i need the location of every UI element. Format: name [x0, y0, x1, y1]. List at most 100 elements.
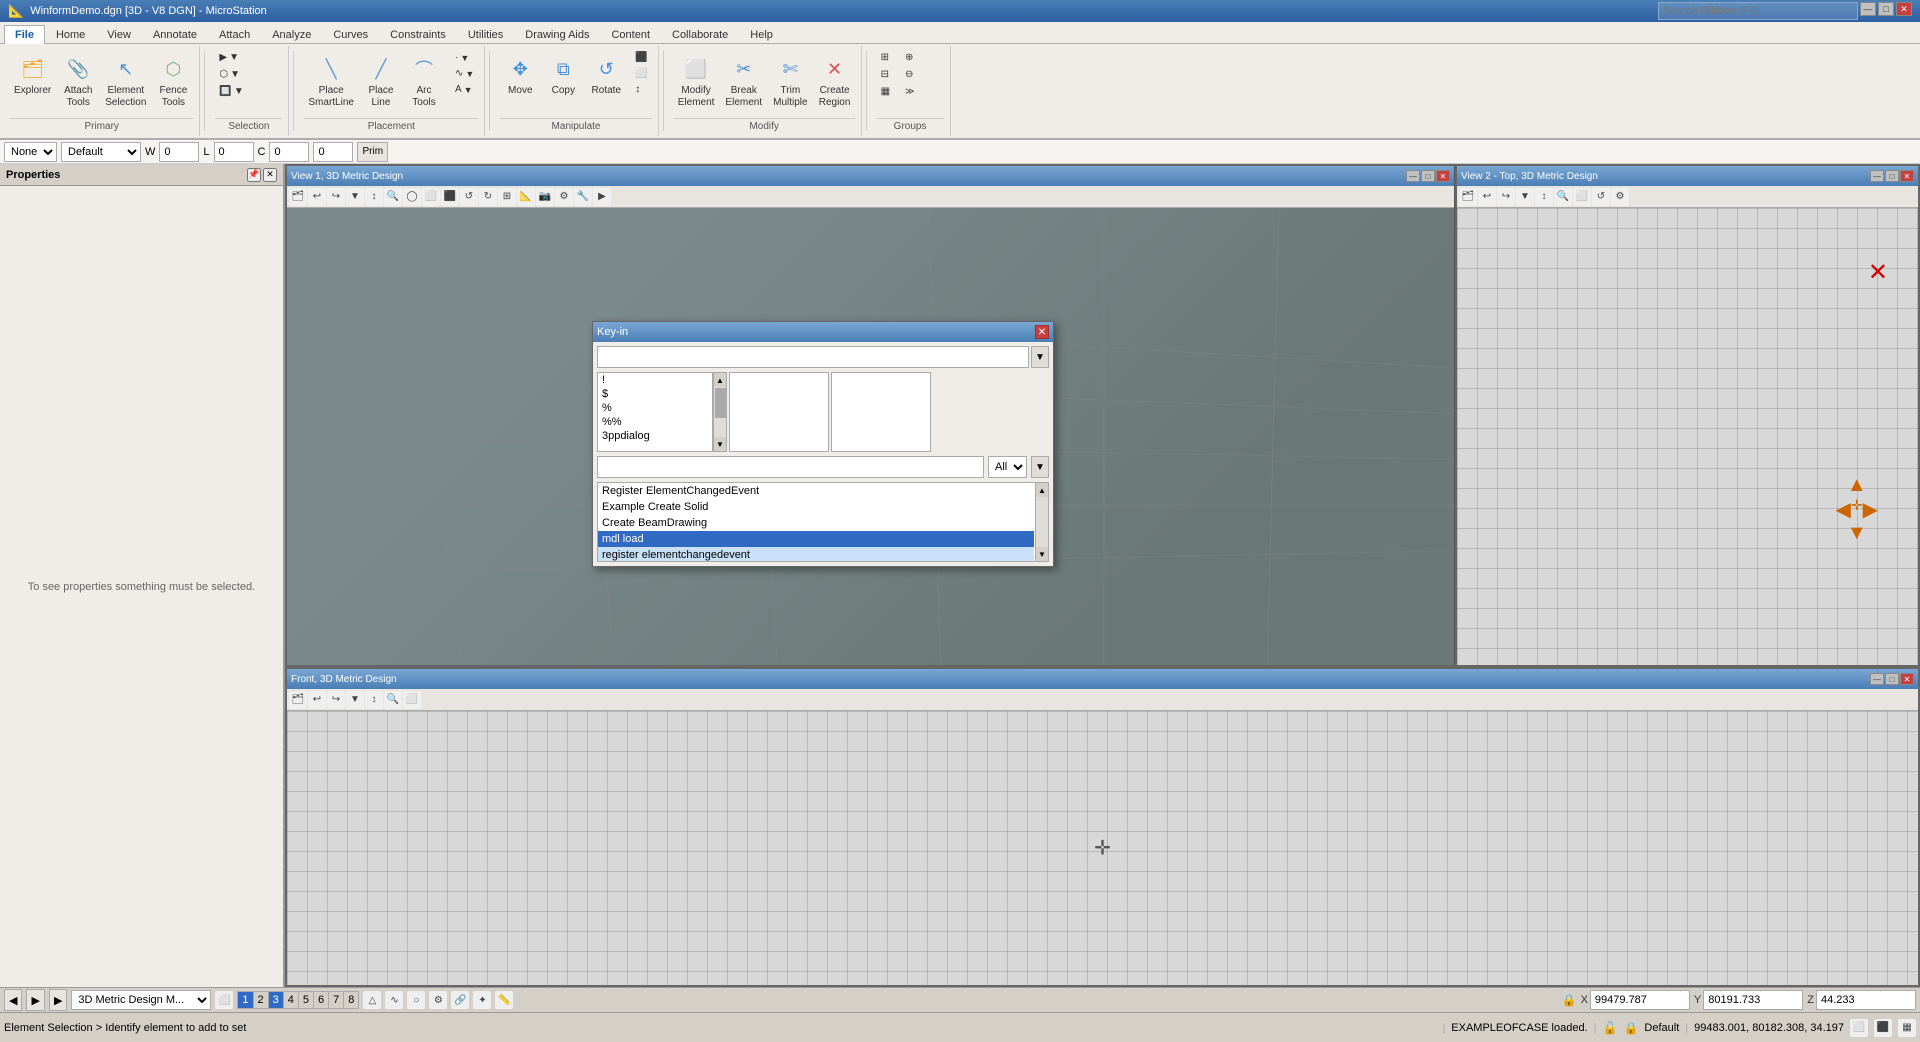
v1-tool-5[interactable]: ↕ [365, 188, 383, 206]
close-button[interactable]: ✕ [1896, 2, 1912, 16]
v1-tool-15[interactable]: ⚙ [555, 188, 573, 206]
placement-extra-2[interactable]: ∿ ▼ [451, 66, 478, 81]
cmd-item-1[interactable]: ! [598, 373, 712, 387]
arc-tools-button[interactable]: ⌒ ArcTools [404, 50, 444, 112]
placement-extra-1[interactable]: · ▼ [451, 50, 478, 65]
tab-view[interactable]: View [96, 25, 142, 44]
nav-forward-button[interactable]: ▶ [26, 989, 44, 1011]
break-element-button[interactable]: ✂ BreakElement [721, 50, 766, 112]
create-region-button[interactable]: ✕ CreateRegion [815, 50, 855, 112]
tab-attach[interactable]: Attach [208, 25, 261, 44]
panel-pin-button[interactable]: 📌 [247, 168, 261, 182]
manip-extra-3[interactable]: ↕ [631, 82, 651, 97]
rotate-button[interactable]: ↺ Rotate [586, 50, 626, 100]
command-history-list[interactable]: Register ElementChangedEvent Example Cre… [597, 482, 1049, 562]
history-item-4[interactable]: mdl load [598, 531, 1034, 547]
tab-drawing-aids[interactable]: Drawing Aids [514, 25, 600, 44]
v2-tool-3[interactable]: ↪ [1497, 188, 1515, 206]
v2-tool-1[interactable]: 🗂 [1459, 188, 1477, 206]
view-1-maximize[interactable]: □ [1421, 170, 1435, 182]
v3-tool-3[interactable]: ↪ [327, 691, 345, 709]
nav-back-button[interactable]: ◀ [4, 989, 22, 1011]
move-button[interactable]: ✥ Move [500, 50, 540, 100]
view-3-maximize[interactable]: □ [1885, 673, 1899, 685]
hist-scroll-down[interactable]: ▼ [1036, 547, 1048, 561]
style-select[interactable]: Default [61, 142, 141, 162]
tab-4[interactable]: 4 [284, 992, 299, 1008]
command-list[interactable]: ! $ % %% 3ppdialog [597, 372, 713, 452]
tab-5[interactable]: 5 [299, 992, 314, 1008]
trim-multiple-button[interactable]: ✄ TrimMultiple [769, 50, 811, 112]
sb-icon-end-3[interactable]: ▦ [1898, 1019, 1916, 1037]
view-1-close[interactable]: ✕ [1436, 170, 1450, 182]
cmd-item-5[interactable]: 3ppdialog [598, 429, 712, 443]
v1-tool-10[interactable]: ↺ [460, 188, 478, 206]
v2-tool-8[interactable]: ↺ [1592, 188, 1610, 206]
sb-lock-2-icon[interactable]: 🔓 [1603, 1021, 1618, 1035]
manip-extra-2[interactable]: ⬜ [631, 66, 651, 81]
v2-tool-7[interactable]: ⬜ [1573, 188, 1591, 206]
v3-tool-5[interactable]: ↕ [365, 691, 383, 709]
placement-extra-3[interactable]: A ▼ [451, 82, 478, 97]
explorer-button[interactable]: 🗂 Explorer [10, 50, 55, 100]
v1-tool-1[interactable]: 🗂 [289, 188, 307, 206]
tab-analyze[interactable]: Analyze [261, 25, 322, 44]
place-smartline-button[interactable]: ╲ PlaceSmartLine [304, 50, 358, 112]
groups-extend-btn[interactable]: ≫ [901, 84, 918, 99]
sb-icon-end-2[interactable]: ⬛ [1874, 1019, 1892, 1037]
group-sel-button[interactable]: 🔲 ▼ [215, 84, 247, 99]
view-2-maximize[interactable]: □ [1885, 170, 1899, 182]
v1-tool-8[interactable]: ⬜ [422, 188, 440, 206]
tab-annotate[interactable]: Annotate [142, 25, 208, 44]
v1-tool-3[interactable]: ↪ [327, 188, 345, 206]
tab-8[interactable]: 8 [344, 992, 358, 1008]
view-3-minimize[interactable]: — [1870, 673, 1884, 685]
view-3-close[interactable]: ✕ [1900, 673, 1914, 685]
hist-scroll-up[interactable]: ▲ [1036, 483, 1048, 497]
powersel-button[interactable]: ⬡ ▼ [215, 67, 247, 82]
v3-tool-2[interactable]: ↩ [308, 691, 326, 709]
view-2-minimize[interactable]: — [1870, 170, 1884, 182]
color-input[interactable] [269, 142, 309, 162]
v1-tool-4[interactable]: ▼ [346, 188, 364, 206]
sb-lock-icon[interactable]: 🔒 [1562, 993, 1577, 1007]
v1-tool-9[interactable]: ⬛ [441, 188, 459, 206]
tab-utilities[interactable]: Utilities [457, 25, 514, 44]
sb-triangle-icon[interactable]: △ [363, 991, 381, 1009]
view-2-close[interactable]: ✕ [1900, 170, 1914, 182]
nav-extra-button[interactable]: ▶ [49, 989, 67, 1011]
tab-file[interactable]: File [4, 25, 45, 44]
weight-input[interactable] [159, 142, 199, 162]
history-item-5[interactable]: register elementchangedevent [598, 547, 1034, 562]
maximize-button[interactable]: □ [1878, 2, 1894, 16]
v1-tool-11[interactable]: ↻ [479, 188, 497, 206]
scroll-down-arrow[interactable]: ▼ [714, 437, 726, 451]
select-mode-button[interactable]: ▶ ▼ [215, 50, 247, 65]
modify-element-button[interactable]: ⬜ ModifyElement [674, 50, 719, 112]
y-input[interactable] [1703, 990, 1803, 1010]
view-1-minimize[interactable]: — [1406, 170, 1420, 182]
sb-circle-icon[interactable]: ○ [407, 991, 425, 1009]
tab-home[interactable]: Home [45, 25, 96, 44]
level-input[interactable] [214, 142, 254, 162]
v1-tool-6[interactable]: 🔍 [384, 188, 402, 206]
v1-tool-2[interactable]: ↩ [308, 188, 326, 206]
groups-btn-1[interactable]: ⊞ [877, 50, 894, 65]
v2-tool-5[interactable]: ↕ [1535, 188, 1553, 206]
tab-curves[interactable]: Curves [322, 25, 379, 44]
tab-1[interactable]: 1 [238, 992, 253, 1008]
extra-input[interactable] [313, 142, 353, 162]
v3-tool-1[interactable]: 🗂 [289, 691, 307, 709]
cmd-item-3[interactable]: % [598, 401, 712, 415]
fence-tools-button[interactable]: ⬡ FenceTools [153, 50, 193, 112]
v1-tool-16[interactable]: 🔧 [574, 188, 592, 206]
prim-button[interactable]: Prim [357, 142, 388, 162]
scroll-thumb[interactable] [715, 388, 727, 418]
filter-select[interactable]: All [988, 456, 1027, 478]
history-item-2[interactable]: Example Create Solid [598, 499, 1034, 515]
v1-tool-17[interactable]: ▶ [593, 188, 611, 206]
v3-tool-4[interactable]: ▼ [346, 691, 364, 709]
x-input[interactable] [1590, 990, 1690, 1010]
v1-tool-7[interactable]: ◯ [403, 188, 421, 206]
tab-7[interactable]: 7 [329, 992, 344, 1008]
